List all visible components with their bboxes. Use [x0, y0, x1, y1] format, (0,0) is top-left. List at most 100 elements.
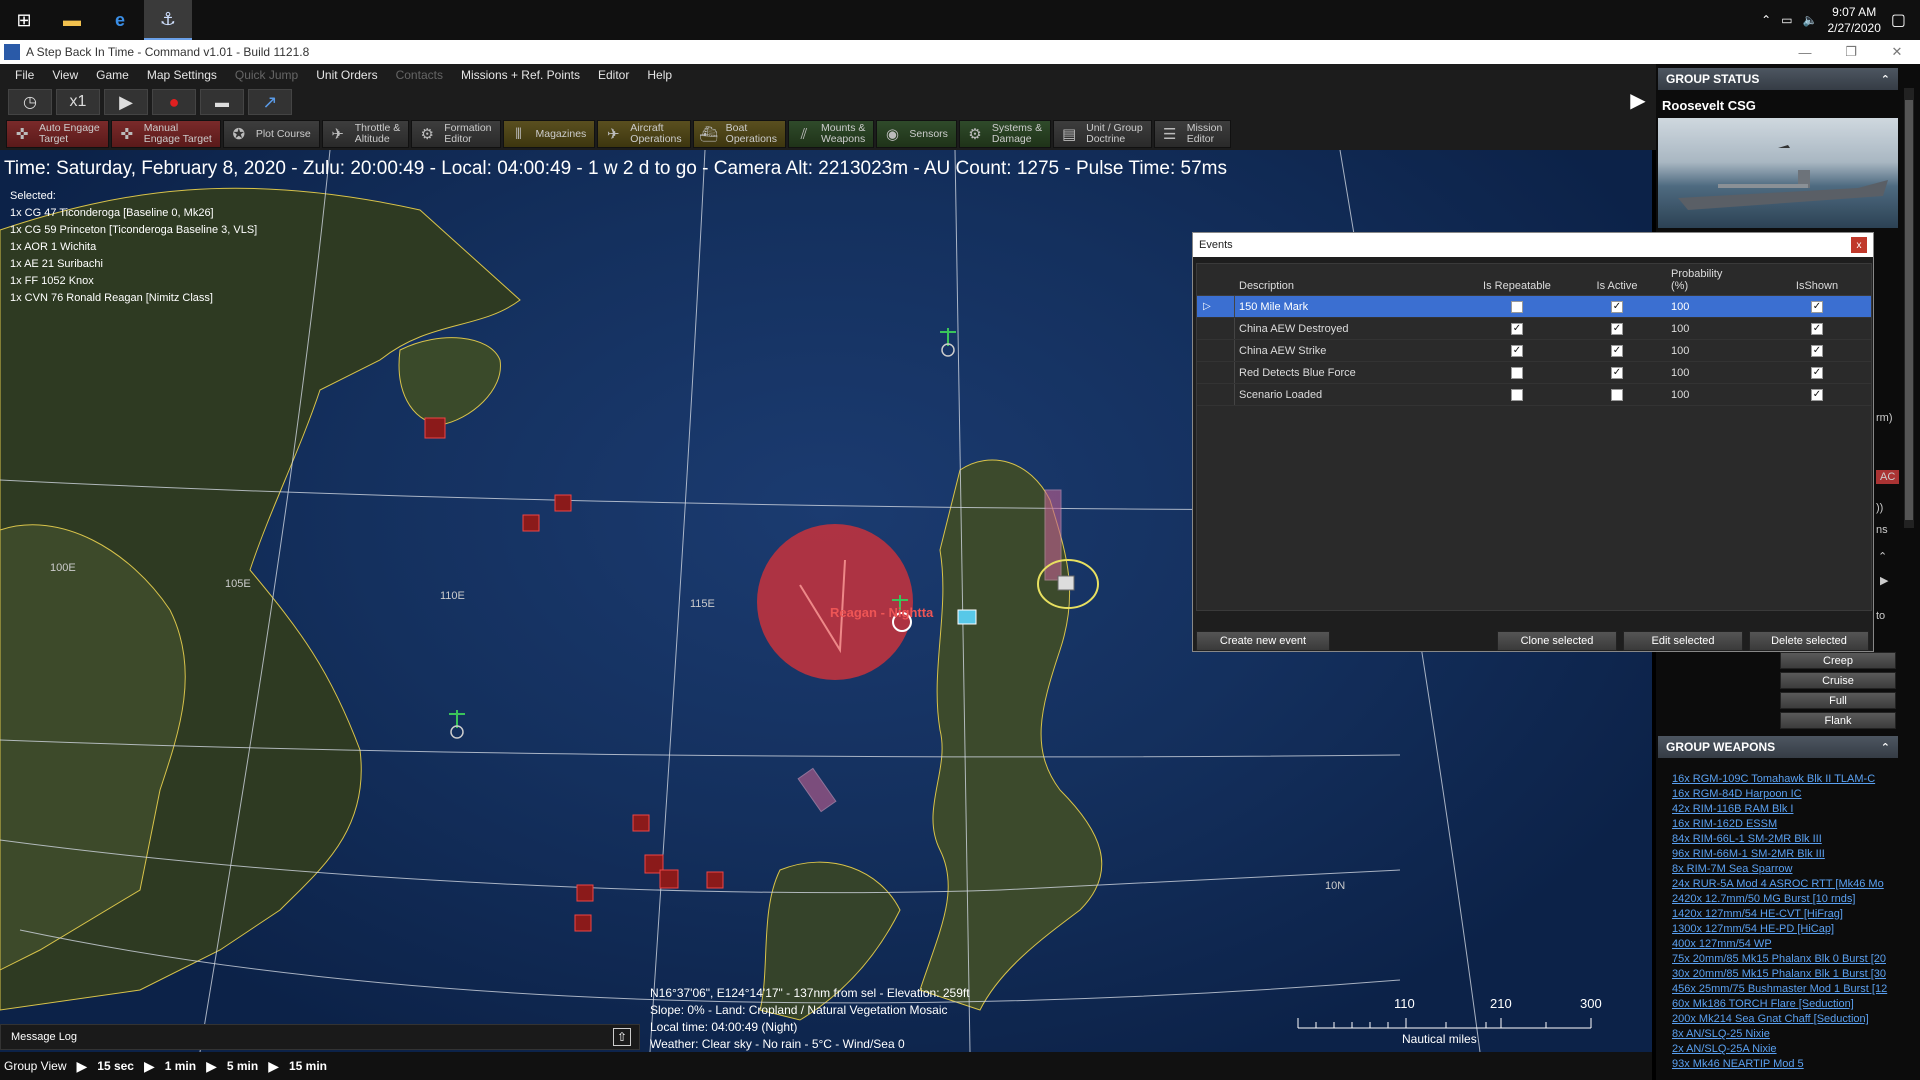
play-icon[interactable]: ▶ [104, 89, 148, 115]
clock-icon[interactable]: ◷ [8, 89, 52, 115]
repeatable-checkbox[interactable] [1511, 388, 1523, 401]
menu-map-settings[interactable]: Map Settings [138, 68, 226, 82]
weapon-link[interactable]: 1420x 127mm/54 HE-CVT [HiFrag] [1672, 907, 1896, 922]
group-weapons-header[interactable]: GROUP WEAPONS ⌃ [1658, 736, 1898, 758]
weapon-link[interactable]: 16x RGM-84D Harpoon IC [1672, 787, 1896, 802]
collapse-chevron-icon[interactable]: ⌃ [1881, 73, 1890, 86]
event-row[interactable]: China AEW Destroyed ✓ ✓ 100 ✓ [1197, 318, 1871, 340]
weapon-link[interactable]: 2x AN/SLQ-25A Nixie [1672, 1042, 1896, 1057]
active-checkbox[interactable] [1611, 388, 1623, 401]
message-log-bar[interactable]: Message Log ⇧ [0, 1024, 640, 1050]
col-repeatable[interactable]: Is Repeatable [1467, 280, 1567, 295]
repeatable-checkbox[interactable]: ✓ [1511, 344, 1523, 357]
col-shown[interactable]: IsShown [1767, 280, 1867, 295]
menu-contacts[interactable]: Contacts [387, 68, 452, 82]
speed-flank-button[interactable]: Flank [1780, 712, 1896, 729]
step-5min[interactable]: 5 min [227, 1059, 258, 1073]
col-description[interactable]: Description [1235, 280, 1467, 295]
menu-view[interactable]: View [43, 68, 87, 82]
create-event-button[interactable]: Create new event [1196, 631, 1330, 651]
unit-label-reagan[interactable]: Reagan - Nightta [830, 605, 933, 620]
formation-editor-button[interactable]: ⚙ Formation Editor [411, 120, 501, 148]
active-checkbox[interactable]: ✓ [1611, 300, 1623, 313]
weapon-link[interactable]: 60x Mk186 TORCH Flare [Seduction] [1672, 997, 1896, 1012]
sensors-button[interactable]: ◉ Sensors [876, 120, 957, 148]
collapse-chevron-icon[interactable]: ⌃ [1881, 741, 1890, 754]
close-window-icon[interactable]: ✕ [1874, 40, 1920, 64]
weapon-link[interactable]: 93x Mk46 NEARTIP Mod 5 [1672, 1057, 1896, 1072]
panel-scroll-thumb[interactable] [1905, 100, 1913, 520]
speed-full-button[interactable]: Full [1780, 692, 1896, 709]
throttle-altitude-button[interactable]: ✈ Throttle & Altitude [321, 120, 410, 148]
delete-selected-button[interactable]: Delete selected [1749, 631, 1869, 651]
restore-icon[interactable]: ❐ [1828, 40, 1874, 64]
shown-checkbox[interactable]: ✓ [1811, 322, 1823, 335]
clone-selected-button[interactable]: Clone selected [1497, 631, 1617, 651]
menu-missions[interactable]: Missions + Ref. Points [452, 68, 589, 82]
weapon-link[interactable]: 84x RIM-66L-1 SM-2MR Blk III [1672, 832, 1896, 847]
col-active[interactable]: Is Active [1567, 280, 1667, 295]
repeatable-checkbox[interactable] [1511, 300, 1523, 313]
taskbar-clock[interactable]: 9:07 AM 2/27/2020 [1827, 4, 1880, 36]
notification-icon[interactable]: ▢ [1891, 10, 1906, 30]
speed-creep-button[interactable]: Creep [1780, 652, 1896, 669]
ship-icon[interactable]: ▬ [200, 89, 244, 115]
time-compression[interactable]: x1 [56, 89, 100, 115]
menu-quick-jump[interactable]: Quick Jump [226, 68, 307, 82]
event-row[interactable]: ▷ 150 Mile Mark ✓ 100 ✓ [1197, 296, 1871, 318]
weapon-link[interactable]: 8x AN/SLQ-25 Nixie [1672, 1027, 1896, 1042]
menu-file[interactable]: File [6, 68, 43, 82]
active-checkbox[interactable]: ✓ [1611, 322, 1623, 335]
speed-cruise-button[interactable]: Cruise [1780, 672, 1896, 689]
systems-damage-button[interactable]: ⚙ Systems & Damage [958, 120, 1052, 148]
step-15sec[interactable]: 15 sec [97, 1059, 134, 1073]
weapon-link[interactable]: 30x 20mm/85 Mk15 Phalanx Blk 1 Burst [30 [1672, 967, 1896, 982]
manual-engage-button[interactable]: ✜ Manual Engage Target [110, 120, 221, 148]
event-row[interactable]: Scenario Loaded 100 ✓ [1197, 384, 1871, 406]
weapon-link[interactable]: 96x RIM-66M-1 SM-2MR Blk III [1672, 847, 1896, 862]
expand-up-icon[interactable]: ⇧ [613, 1028, 631, 1046]
record-icon[interactable]: ● [152, 89, 196, 115]
shown-checkbox[interactable]: ✓ [1811, 344, 1823, 357]
course-arrow-icon[interactable]: ↗ [248, 89, 292, 115]
panel-snippet[interactable]: AC [1876, 470, 1900, 484]
shown-checkbox[interactable]: ✓ [1811, 366, 1823, 379]
group-status-header[interactable]: GROUP STATUS ⌃ [1658, 68, 1898, 90]
edit-selected-button[interactable]: Edit selected [1623, 631, 1743, 651]
play-step-icon[interactable]: ▶ [206, 1058, 217, 1075]
repeatable-checkbox[interactable]: ✓ [1511, 322, 1523, 335]
boat-operations-button[interactable]: ⛴ Boat Operations [692, 120, 787, 148]
shown-checkbox[interactable]: ✓ [1811, 300, 1823, 313]
menu-editor[interactable]: Editor [589, 68, 638, 82]
play-step-icon[interactable]: ▶ [268, 1058, 279, 1075]
weapon-link[interactable]: 400x 127mm/54 WP [1672, 937, 1896, 952]
volume-icon[interactable]: 🔈 [1803, 13, 1818, 27]
weapon-link[interactable]: 456x 25mm/75 Bushmaster Mod 1 Burst [12 [1672, 982, 1896, 997]
file-explorer-icon[interactable]: ▬ [48, 0, 96, 40]
events-title-bar[interactable]: Events x [1193, 233, 1873, 257]
windows-start-icon[interactable]: ⊞ [0, 0, 48, 40]
network-icon[interactable]: ▭ [1781, 13, 1792, 27]
menu-game[interactable]: Game [87, 68, 138, 82]
weapon-link[interactable]: 16x RGM-109C Tomahawk Blk II TLAM-C [1672, 772, 1896, 787]
event-row[interactable]: China AEW Strike ✓ ✓ 100 ✓ [1197, 340, 1871, 362]
active-checkbox[interactable]: ✓ [1611, 344, 1623, 357]
weapon-link[interactable]: 24x RUR-5A Mod 4 ASROC RTT [Mk46 Mo [1672, 877, 1896, 892]
event-row[interactable]: Red Detects Blue Force ✓ 100 ✓ [1197, 362, 1871, 384]
auto-engage-button[interactable]: ✜ Auto Engage Target [6, 120, 109, 148]
col-probability[interactable]: Probability (%) [1667, 268, 1767, 295]
plot-course-button[interactable]: ✪ Plot Course [222, 120, 320, 148]
doctrine-button[interactable]: ▤ Unit / Group Doctrine [1053, 120, 1152, 148]
play-step-icon[interactable]: ▶ [144, 1058, 155, 1075]
step-1min[interactable]: 1 min [165, 1059, 196, 1073]
play-step-icon[interactable]: ▶ [76, 1058, 87, 1075]
magazines-button[interactable]: ⫴ Magazines [502, 120, 596, 148]
shown-checkbox[interactable]: ✓ [1811, 388, 1823, 401]
expand-arrow-icon[interactable]: ▶ [1880, 574, 1888, 587]
mounts-weapons-button[interactable]: ⫽ Mounts & Weapons [788, 120, 875, 148]
command-app-taskbar-icon[interactable]: ⚓ [144, 0, 192, 40]
mission-editor-button[interactable]: ☰ Mission Editor [1153, 120, 1232, 148]
menu-unit-orders[interactable]: Unit Orders [307, 68, 386, 82]
edge-browser-icon[interactable]: e [96, 0, 144, 40]
weapon-link[interactable]: 8x RIM-7M Sea Sparrow [1672, 862, 1896, 877]
